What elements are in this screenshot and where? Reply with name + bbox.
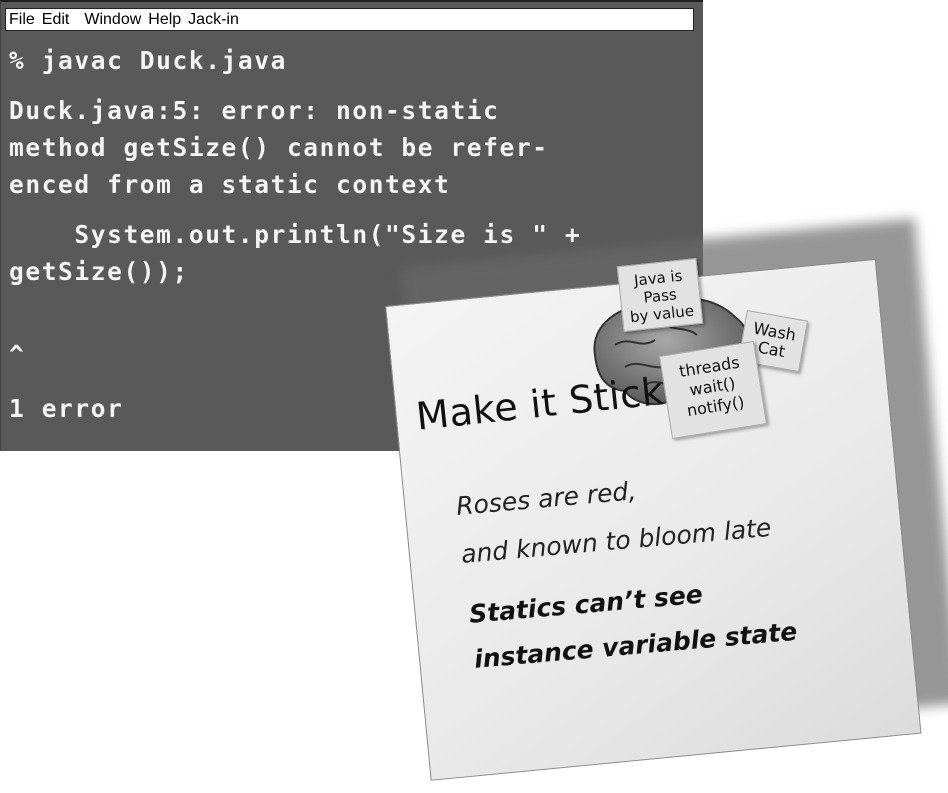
menu-help[interactable]: Help [148,11,181,29]
error-line-1: Duck.java:5: error: non-static [9,96,500,125]
menu-jack-in[interactable]: Jack-in [188,11,239,29]
menu-file[interactable]: File [9,11,35,29]
menu-bar: File Edit Window Help Jack-in [5,8,694,31]
error-line-2: method getSize() cannot be refer- [9,133,549,162]
error-count: 1 error [9,394,124,423]
code-line-2: getSize()); [9,257,189,286]
menu-window[interactable]: Window [84,11,141,29]
error-line-3: enced from a static context [9,170,451,199]
tag-java-pass-by-value: Java is Pass by value [616,257,704,333]
code-line-1: System.out.println("Size is " + [9,220,582,249]
menu-edit[interactable]: Edit [42,11,70,29]
command-line: % javac Duck.java [9,46,287,75]
tag-threads: threads wait() notify() [659,341,767,439]
caret-line: ^ [9,340,26,369]
